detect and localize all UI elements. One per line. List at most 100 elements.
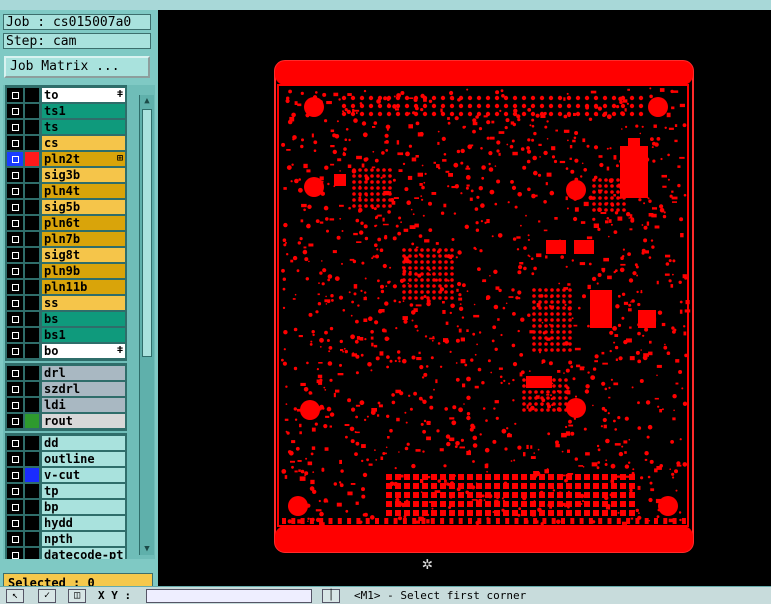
layer-row-rout[interactable]: rout xyxy=(7,413,125,429)
layer-row-ldi[interactable]: ldi xyxy=(7,397,125,413)
layer-checkbox[interactable] xyxy=(7,232,23,246)
layer-checkbox[interactable] xyxy=(7,382,23,396)
layer-color-swatch[interactable] xyxy=(25,88,39,102)
layer-color-swatch[interactable] xyxy=(25,280,39,294)
layer-name[interactable]: pln9b xyxy=(42,264,125,278)
layer-checkbox[interactable] xyxy=(7,216,23,230)
confirm-button[interactable]: ✓ xyxy=(38,589,56,603)
layer-row-pln11b[interactable]: pln11b xyxy=(7,279,125,295)
layer-checkbox[interactable] xyxy=(7,452,23,466)
layer-name[interactable]: tp xyxy=(42,484,125,498)
layer-name[interactable]: bo ǂ xyxy=(42,344,125,358)
layer-row-drl[interactable]: drl xyxy=(7,365,125,381)
select-tool-button[interactable]: ↖ xyxy=(6,589,24,603)
layer-name[interactable]: v-cut xyxy=(42,468,125,482)
layer-checkbox[interactable] xyxy=(7,484,23,498)
layer-checkbox[interactable] xyxy=(7,516,23,530)
layer-color-swatch[interactable] xyxy=(25,312,39,326)
layer-color-swatch[interactable] xyxy=(25,296,39,310)
scroll-thumb[interactable] xyxy=(142,109,152,357)
layer-color-swatch[interactable] xyxy=(25,136,39,150)
layer-color-swatch[interactable] xyxy=(25,468,39,482)
layer-row-ts1[interactable]: ts1 xyxy=(7,103,125,119)
layer-checkbox[interactable] xyxy=(7,468,23,482)
layer-row-dd[interactable]: dd xyxy=(7,435,125,451)
scroll-up-icon[interactable]: ▲ xyxy=(141,95,153,107)
layer-color-swatch[interactable] xyxy=(25,232,39,246)
layer-name[interactable]: bs xyxy=(42,312,125,326)
layer-row-to[interactable]: to ǂ xyxy=(7,87,125,103)
layer-color-swatch[interactable] xyxy=(25,532,39,546)
layer-name[interactable]: rout xyxy=(42,414,125,428)
layer-row-hydd[interactable]: hydd xyxy=(7,515,125,531)
layer-name[interactable]: ldi xyxy=(42,398,125,412)
layer-checkbox[interactable] xyxy=(7,548,23,559)
layer-row-szdrl[interactable]: szdrl xyxy=(7,381,125,397)
layer-name[interactable]: bp xyxy=(42,500,125,514)
layer-name[interactable]: sig3b xyxy=(42,168,125,182)
job-matrix-button[interactable]: Job Matrix ... xyxy=(4,56,150,78)
layer-color-swatch[interactable] xyxy=(25,328,39,342)
layer-row-datecode-pt[interactable]: datecode-pt xyxy=(7,547,125,559)
layer-name[interactable]: ts1 xyxy=(42,104,125,118)
layer-name[interactable]: sig8t xyxy=(42,248,125,262)
layer-row-ts[interactable]: ts xyxy=(7,119,125,135)
layer-name[interactable]: npth xyxy=(42,532,125,546)
layer-name[interactable]: pln11b xyxy=(42,280,125,294)
layer-checkbox[interactable] xyxy=(7,136,23,150)
layer-checkbox[interactable] xyxy=(7,264,23,278)
separator-button[interactable]: │ xyxy=(322,589,340,603)
layer-name[interactable]: hydd xyxy=(42,516,125,530)
layer-checkbox[interactable] xyxy=(7,436,23,450)
layer-color-swatch[interactable] xyxy=(25,548,39,559)
layer-checkbox[interactable] xyxy=(7,248,23,262)
layer-name[interactable]: pln7b xyxy=(42,232,125,246)
layer-color-swatch[interactable] xyxy=(25,500,39,514)
layer-checkbox[interactable] xyxy=(7,152,23,166)
layer-checkbox[interactable] xyxy=(7,532,23,546)
layer-name[interactable]: datecode-pt xyxy=(42,548,125,559)
layer-checkbox[interactable] xyxy=(7,398,23,412)
layer-row-sig5b[interactable]: sig5b xyxy=(7,199,125,215)
layer-color-swatch[interactable] xyxy=(25,200,39,214)
layer-checkbox[interactable] xyxy=(7,88,23,102)
layer-row-pln7b[interactable]: pln7b xyxy=(7,231,125,247)
layer-checkbox[interactable] xyxy=(7,344,23,358)
layer-checkbox[interactable] xyxy=(7,280,23,294)
layer-row-bs[interactable]: bs xyxy=(7,311,125,327)
layer-checkbox[interactable] xyxy=(7,296,23,310)
coordinate-input[interactable] xyxy=(146,589,312,603)
layer-row-pln2t[interactable]: pln2t ⊞ xyxy=(7,151,125,167)
layer-color-swatch[interactable] xyxy=(25,414,39,428)
layer-name[interactable]: sig5b xyxy=(42,200,125,214)
layer-checkbox[interactable] xyxy=(7,120,23,134)
layer-name[interactable]: szdrl xyxy=(42,382,125,396)
layer-name[interactable]: bs1 xyxy=(42,328,125,342)
layer-name[interactable]: outline xyxy=(42,452,125,466)
layer-name[interactable]: dd xyxy=(42,436,125,450)
layer-color-swatch[interactable] xyxy=(25,216,39,230)
layer-row-npth[interactable]: npth xyxy=(7,531,125,547)
layer-row-pln4t[interactable]: pln4t xyxy=(7,183,125,199)
layer-row-pln6t[interactable]: pln6t xyxy=(7,215,125,231)
layer-color-swatch[interactable] xyxy=(25,516,39,530)
layer-row-cs[interactable]: cs xyxy=(7,135,125,151)
layer-color-swatch[interactable] xyxy=(25,344,39,358)
graphics-canvas[interactable]: ✲ xyxy=(158,10,771,586)
layer-color-swatch[interactable] xyxy=(25,168,39,182)
window-button[interactable]: ◫ xyxy=(68,589,86,603)
layer-row-v-cut[interactable]: v-cut xyxy=(7,467,125,483)
layer-name[interactable]: pln4t xyxy=(42,184,125,198)
layer-checkbox[interactable] xyxy=(7,366,23,380)
layer-color-swatch[interactable] xyxy=(25,152,39,166)
layer-row-pln9b[interactable]: pln9b xyxy=(7,263,125,279)
layer-row-sig3b[interactable]: sig3b xyxy=(7,167,125,183)
layer-checkbox[interactable] xyxy=(7,414,23,428)
layer-name[interactable]: cs xyxy=(42,136,125,150)
layer-color-swatch[interactable] xyxy=(25,104,39,118)
layer-checkbox[interactable] xyxy=(7,200,23,214)
layer-name[interactable]: pln2t ⊞ xyxy=(42,152,125,166)
layer-checkbox[interactable] xyxy=(7,184,23,198)
layer-scrollbar[interactable]: ▲ ▼ xyxy=(139,95,154,555)
layer-row-bp[interactable]: bp xyxy=(7,499,125,515)
